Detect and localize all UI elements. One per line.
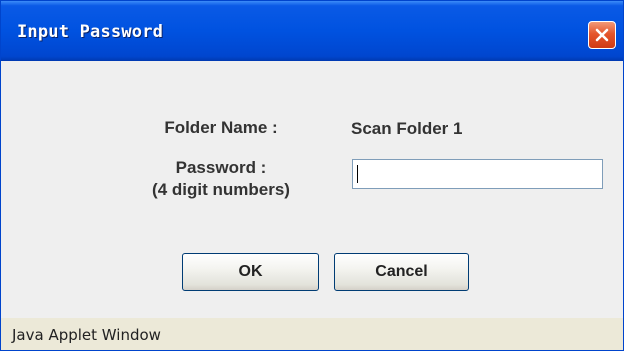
- close-x-icon: [595, 28, 609, 42]
- input-password-dialog: Input Password Folder Name : Scan Folder…: [0, 0, 624, 351]
- close-button[interactable]: [588, 21, 616, 49]
- password-hint: (4 digit numbers): [152, 180, 290, 199]
- dialog-content: Folder Name : Scan Folder 1 Password : (…: [1, 61, 623, 318]
- title-bar[interactable]: Input Password: [1, 1, 623, 61]
- folder-name-label: Folder Name :: [164, 118, 278, 137]
- password-label: Password :: [175, 158, 267, 177]
- ok-button[interactable]: OK: [182, 253, 319, 291]
- window-title: Input Password: [17, 22, 164, 42]
- status-text: Java Applet Window: [12, 326, 161, 344]
- password-input[interactable]: [352, 159, 603, 189]
- text-caret: [357, 165, 358, 183]
- cancel-button[interactable]: Cancel: [334, 253, 469, 291]
- folder-name-value: Scan Folder 1: [351, 119, 463, 138]
- status-bar: Java Applet Window: [1, 318, 623, 350]
